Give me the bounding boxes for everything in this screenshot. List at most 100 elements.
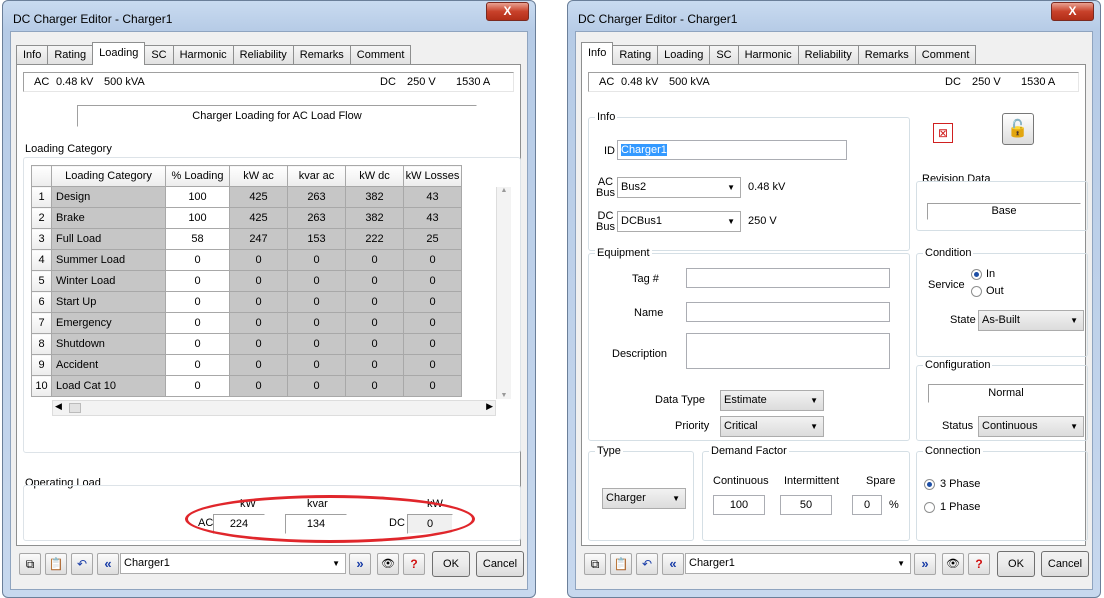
tab-rating[interactable]: Rating <box>47 45 94 65</box>
service-out-label: Out <box>986 285 1004 297</box>
tab-comment[interactable]: Comment <box>349 45 412 65</box>
table-vertical-scrollbar[interactable]: ▲ ▼ <box>496 187 511 399</box>
copy-icon[interactable]: ⧉ <box>19 553 41 575</box>
element-selector[interactable]: Charger1 <box>685 553 911 574</box>
table-row[interactable]: 4 Summer Load 0 0 0 0 0 <box>31 249 462 271</box>
intermittent-label: Intermittent <box>784 475 840 487</box>
continuous-field[interactable]: 100 <box>713 495 765 515</box>
scroll-up-arrow-icon[interactable]: ▲ <box>497 187 511 194</box>
tab-harmonic[interactable]: Harmonic <box>737 45 799 65</box>
kw-ac-cell: 0 <box>229 354 288 376</box>
dc-label: DC <box>945 76 961 88</box>
table-row[interactable]: 1 Design 100 425 263 382 43 <box>31 186 462 208</box>
tag-field[interactable] <box>686 268 890 288</box>
table-row[interactable]: 5 Winter Load 0 0 0 0 0 <box>31 270 462 292</box>
undo-icon[interactable]: ↶ <box>636 553 658 575</box>
cancel-button[interactable]: Cancel <box>476 551 524 577</box>
tab-info[interactable]: Info <box>581 42 614 65</box>
one-phase-radio[interactable] <box>924 502 935 513</box>
pct-loading-cell[interactable]: 0 <box>165 249 230 271</box>
help-icon[interactable]: ? <box>968 553 990 575</box>
tab-sc[interactable]: SC <box>144 45 174 65</box>
kvar-ac-cell: 0 <box>287 312 346 334</box>
kw-ac-cell: 247 <box>229 228 288 250</box>
pct-loading-cell[interactable]: 0 <box>165 354 230 376</box>
pct-loading-cell[interactable]: 0 <box>165 291 230 313</box>
pct-loading-cell[interactable]: 100 <box>165 207 230 229</box>
ok-button[interactable]: OK <box>432 551 470 577</box>
close-button[interactable]: X <box>1051 2 1094 21</box>
help-icon[interactable]: ? <box>403 553 425 575</box>
title-bar[interactable]: DC Charger Editor - Charger1 X <box>568 1 1100 31</box>
table-row[interactable]: 3 Full Load 58 247 153 222 25 <box>31 228 462 250</box>
col-kvar-ac[interactable]: kvar ac <box>287 165 346 187</box>
priority-dropdown[interactable]: Critical <box>720 416 824 437</box>
id-field[interactable]: Charger1 <box>617 140 847 160</box>
service-out-radio[interactable] <box>971 286 982 297</box>
condition-group: Condition <box>916 247 1088 357</box>
next-icon[interactable]: » <box>914 553 936 575</box>
lock-icon[interactable]: 🔓 <box>1002 113 1034 145</box>
status-dropdown[interactable]: Continuous <box>978 416 1084 437</box>
find-binoculars-icon[interactable]: 👁 <box>377 553 399 575</box>
tab-info[interactable]: Info <box>16 45 49 65</box>
spare-field[interactable]: 0 <box>852 495 882 515</box>
paste-icon[interactable]: 📋 <box>45 553 67 575</box>
col-kw-losses[interactable]: kW Losses <box>403 165 462 187</box>
scroll-left-arrow-icon[interactable]: ◀ <box>55 401 62 412</box>
table-row[interactable]: 10 Load Cat 10 0 0 0 0 0 <box>31 375 462 397</box>
col-kw-ac[interactable]: kW ac <box>229 165 288 187</box>
tab-reliability[interactable]: Reliability <box>797 45 859 65</box>
description-field[interactable] <box>686 333 890 369</box>
paste-icon[interactable]: 📋 <box>610 553 632 575</box>
table-row[interactable]: 6 Start Up 0 0 0 0 0 <box>31 291 462 313</box>
pct-loading-cell[interactable]: 58 <box>165 228 230 250</box>
col-pct-loading[interactable]: % Loading <box>165 165 230 187</box>
tab-loading[interactable]: Loading <box>92 42 146 65</box>
tab-harmonic[interactable]: Harmonic <box>172 45 234 65</box>
col-kw-dc[interactable]: kW dc <box>345 165 404 187</box>
scroll-right-arrow-icon[interactable]: ▶ <box>486 401 493 412</box>
scroll-down-arrow-icon[interactable]: ▼ <box>497 392 511 399</box>
title-bar[interactable]: DC Charger Editor - Charger1 X <box>3 1 535 31</box>
tab-loading[interactable]: Loading <box>657 45 711 65</box>
service-in-radio[interactable] <box>971 269 982 280</box>
name-field[interactable] <box>686 302 890 322</box>
data-type-dropdown[interactable]: Estimate <box>720 390 824 411</box>
intermittent-field[interactable]: 50 <box>780 495 832 515</box>
type-dropdown[interactable]: Charger <box>602 488 686 509</box>
table-row[interactable]: 9 Accident 0 0 0 0 0 <box>31 354 462 376</box>
previous-icon[interactable]: « <box>97 553 119 575</box>
pct-loading-cell[interactable]: 100 <box>165 186 230 208</box>
table-row[interactable]: 7 Emergency 0 0 0 0 0 <box>31 312 462 334</box>
pct-loading-cell[interactable]: 0 <box>165 375 230 397</box>
tab-comment[interactable]: Comment <box>914 45 977 65</box>
next-icon[interactable]: » <box>349 553 371 575</box>
three-phase-radio[interactable] <box>924 479 935 490</box>
tab-sc[interactable]: SC <box>709 45 739 65</box>
dc-bus-dropdown[interactable]: DCBus1 <box>617 211 741 232</box>
tab-reliability[interactable]: Reliability <box>232 45 294 65</box>
find-binoculars-icon[interactable]: 👁 <box>942 553 964 575</box>
state-dropdown[interactable]: As-Built <box>978 310 1084 331</box>
tab-rating[interactable]: Rating <box>612 45 659 65</box>
table-row[interactable]: 8 Shutdown 0 0 0 0 0 <box>31 333 462 355</box>
table-row[interactable]: 2 Brake 100 425 263 382 43 <box>31 207 462 229</box>
close-button[interactable]: X <box>486 2 529 21</box>
element-selector[interactable]: Charger1 <box>120 553 346 574</box>
tab-remarks[interactable]: Remarks <box>857 45 916 65</box>
table-horizontal-scrollbar[interactable]: ◀ ▶ <box>52 400 496 416</box>
ok-button[interactable]: OK <box>997 551 1035 577</box>
tab-remarks[interactable]: Remarks <box>292 45 351 65</box>
undo-icon[interactable]: ↶ <box>71 553 93 575</box>
loading-category-cell: Design <box>51 186 166 208</box>
copy-icon[interactable]: ⧉ <box>584 553 606 575</box>
previous-icon[interactable]: « <box>662 553 684 575</box>
cancel-button[interactable]: Cancel <box>1041 551 1089 577</box>
pct-loading-cell[interactable]: 0 <box>165 270 230 292</box>
scroll-thumb[interactable] <box>69 403 81 413</box>
pct-loading-cell[interactable]: 0 <box>165 333 230 355</box>
pct-loading-cell[interactable]: 0 <box>165 312 230 334</box>
col-loading-category[interactable]: Loading Category <box>51 165 166 187</box>
ac-bus-dropdown[interactable]: Bus2 <box>617 177 741 198</box>
